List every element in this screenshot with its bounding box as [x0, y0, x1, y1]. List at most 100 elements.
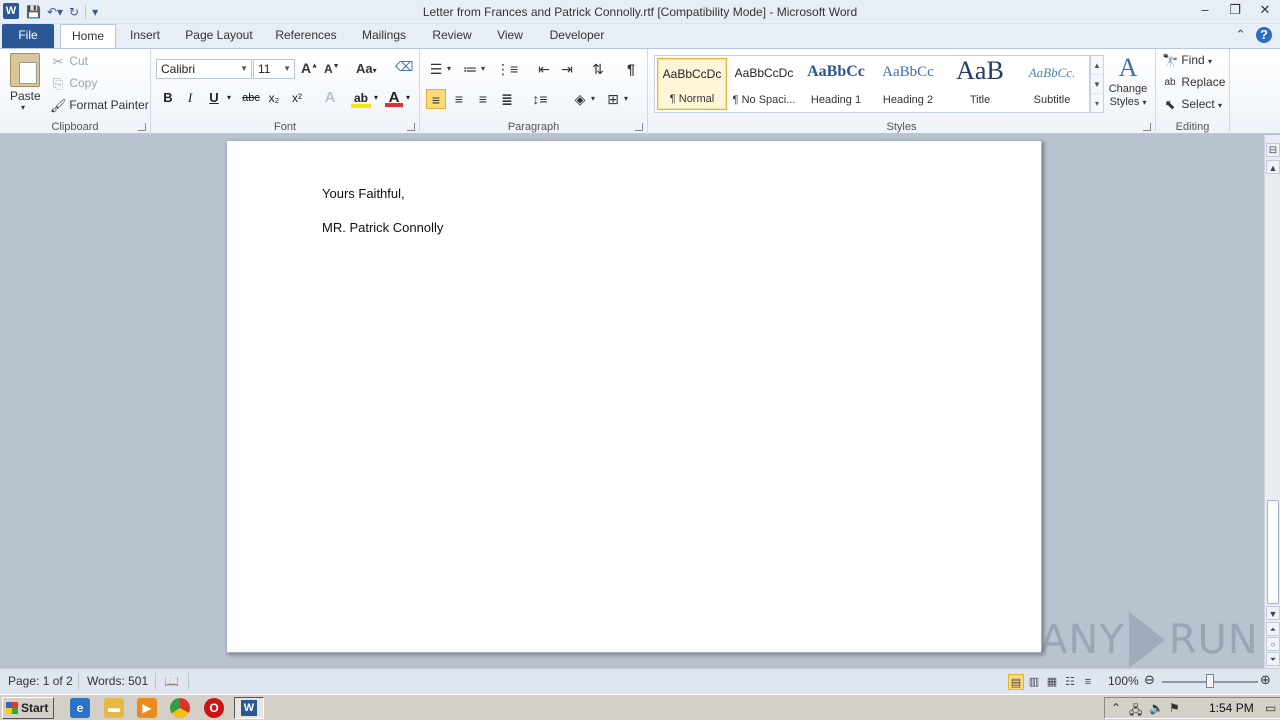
word-count[interactable]: Words: 501	[87, 674, 148, 688]
numbering-dropdown-icon[interactable]: ▾	[478, 59, 488, 79]
signature-line[interactable]: MR. Patrick Connolly	[322, 220, 443, 235]
change-styles-button[interactable]: A Change Styles ▾	[1106, 53, 1150, 109]
select-button[interactable]: ⬉ Select ▾	[1162, 97, 1223, 113]
web-layout-icon[interactable]: ▦	[1044, 674, 1060, 690]
replace-button[interactable]: ab Replace	[1162, 75, 1225, 91]
opera-icon[interactable]: O	[204, 698, 224, 718]
scroll-thumb[interactable]	[1267, 500, 1279, 604]
style-subtitle[interactable]: AaBbCc. Subtitle	[1017, 58, 1087, 110]
outline-icon[interactable]: ☷	[1062, 674, 1078, 690]
highlight-button[interactable]: ab	[351, 89, 371, 108]
taskbar-word-button[interactable]: W	[234, 697, 264, 719]
scroll-up-icon[interactable]: ▲	[1266, 160, 1280, 174]
gallery-up-icon[interactable]: ▲	[1091, 56, 1103, 75]
font-color-dropdown-icon[interactable]: ▾	[404, 89, 412, 107]
style-normal[interactable]: AaBbCcDc ¶ Normal	[657, 58, 727, 110]
full-screen-reading-icon[interactable]: ▥	[1026, 674, 1042, 690]
justify-icon[interactable]: ≣	[497, 89, 517, 109]
tab-view[interactable]: View	[490, 24, 530, 48]
document-page[interactable]: Yours Faithful, MR. Patrick Connolly	[226, 140, 1042, 653]
folder-icon[interactable]: ▬	[104, 698, 124, 718]
underline-dropdown-icon[interactable]: ▾	[225, 89, 233, 107]
style-heading-1[interactable]: AaBbCc Heading 1	[801, 58, 871, 110]
tab-references[interactable]: References	[270, 24, 342, 48]
font-name-select[interactable]: Calibri ▼	[156, 59, 252, 79]
shrink-font-button[interactable]: A▼	[324, 62, 340, 76]
bold-button[interactable]: B	[159, 89, 177, 107]
tab-review[interactable]: Review	[426, 24, 478, 48]
select-browse-object-icon[interactable]: ○	[1266, 637, 1280, 651]
paste-icon[interactable]	[10, 53, 40, 87]
grow-font-button[interactable]: A▲	[301, 60, 318, 76]
style-title[interactable]: AaB Title	[945, 56, 1015, 110]
page-count[interactable]: Page: 1 of 2	[8, 674, 73, 688]
gallery-more-icon[interactable]: ▾	[1091, 94, 1103, 113]
clear-formatting-icon[interactable]: ⌫	[395, 59, 413, 75]
zoom-in-icon[interactable]: ⊕	[1260, 672, 1271, 688]
bullets-dropdown-icon[interactable]: ▾	[444, 59, 454, 79]
scroll-down-icon[interactable]: ▼	[1266, 606, 1280, 620]
chrome-icon[interactable]	[170, 698, 190, 718]
draft-icon[interactable]: ≡	[1080, 674, 1096, 690]
tray-expand-icon[interactable]: ⌃	[1111, 701, 1121, 715]
shading-icon[interactable]: ◈	[570, 89, 590, 109]
minimize-ribbon-icon[interactable]: ⌃	[1235, 27, 1246, 43]
zoom-level[interactable]: 100%	[1108, 674, 1139, 688]
font-launcher-icon[interactable]	[407, 123, 415, 131]
tab-home[interactable]: Home	[60, 24, 116, 48]
italic-button[interactable]: I	[182, 89, 198, 107]
document-area[interactable]: Yours Faithful, MR. Patrick Connolly	[0, 135, 1264, 668]
network-icon[interactable]: 🖧	[1129, 701, 1142, 720]
tab-mailings[interactable]: Mailings	[354, 24, 414, 48]
restore-icon[interactable]: ❐	[1228, 2, 1242, 18]
clock[interactable]: 1:54 PM	[1209, 701, 1254, 715]
increase-indent-icon[interactable]: ⇥	[557, 59, 577, 79]
start-button[interactable]: Start	[2, 697, 54, 719]
close-icon[interactable]: ✕	[1258, 2, 1272, 18]
borders-icon[interactable]: ⊞	[603, 89, 623, 109]
tab-developer[interactable]: Developer	[542, 24, 612, 48]
shading-dropdown-icon[interactable]: ▾	[588, 89, 598, 109]
align-left-icon[interactable]: ≡	[426, 89, 446, 109]
proofing-icon[interactable]: 📖	[164, 674, 179, 688]
font-size-select[interactable]: 11 ▼	[253, 59, 295, 79]
zoom-out-icon[interactable]: ⊖	[1144, 672, 1155, 688]
decrease-indent-icon[interactable]: ⇤	[534, 59, 554, 79]
format-painter-button[interactable]: 🖌 Format Painter	[50, 98, 149, 114]
ie-icon[interactable]: e	[70, 698, 90, 718]
paragraph-launcher-icon[interactable]	[635, 123, 643, 131]
sort-icon[interactable]: ⇅	[588, 59, 608, 79]
tab-insert[interactable]: Insert	[122, 24, 168, 48]
closing-line[interactable]: Yours Faithful,	[322, 186, 405, 201]
media-player-icon[interactable]: ▶	[137, 698, 157, 718]
find-button[interactable]: 🔭 Find ▾	[1162, 53, 1212, 69]
zoom-slider-knob[interactable]	[1206, 674, 1214, 688]
minimize-icon[interactable]: –	[1198, 2, 1212, 18]
volume-icon[interactable]: 🔈	[1149, 701, 1164, 715]
text-effects-button[interactable]: A	[321, 89, 339, 107]
multilevel-list-icon[interactable]: ⋮≡	[496, 59, 518, 79]
clipboard-launcher-icon[interactable]	[138, 123, 146, 131]
help-icon[interactable]: ?	[1256, 27, 1272, 43]
align-center-icon[interactable]: ≡	[449, 89, 469, 109]
font-color-button[interactable]: A	[385, 89, 403, 107]
change-case-button[interactable]: Aa▾	[356, 61, 377, 76]
action-center-flag-icon[interactable]: ⚑	[1169, 701, 1180, 715]
style-no-spacing[interactable]: AaBbCcDc ¶ No Spaci...	[729, 58, 799, 110]
tab-page-layout[interactable]: Page Layout	[180, 24, 258, 48]
style-heading-2[interactable]: AaBbCc Heading 2	[873, 58, 943, 110]
styles-launcher-icon[interactable]	[1143, 123, 1151, 131]
paste-button[interactable]: Paste	[10, 89, 41, 103]
copy-button[interactable]: ⎘ Copy	[50, 76, 98, 92]
print-layout-icon[interactable]: ▤	[1008, 674, 1024, 690]
borders-dropdown-icon[interactable]: ▾	[621, 89, 631, 109]
previous-page-icon[interactable]: ⏶	[1266, 622, 1280, 636]
gallery-down-icon[interactable]: ▼	[1091, 75, 1103, 94]
vertical-scrollbar[interactable]: ⊟ ▲ ▼ ⏶ ○ ⏷	[1264, 135, 1280, 668]
subscript-button[interactable]: x₂	[265, 89, 283, 107]
underline-button[interactable]: U	[205, 89, 223, 107]
bullets-icon[interactable]: ☰	[426, 59, 446, 79]
align-right-icon[interactable]: ≡	[473, 89, 493, 109]
show-hide-button[interactable]: ¶	[621, 59, 641, 79]
numbering-icon[interactable]: ≔	[460, 59, 480, 79]
